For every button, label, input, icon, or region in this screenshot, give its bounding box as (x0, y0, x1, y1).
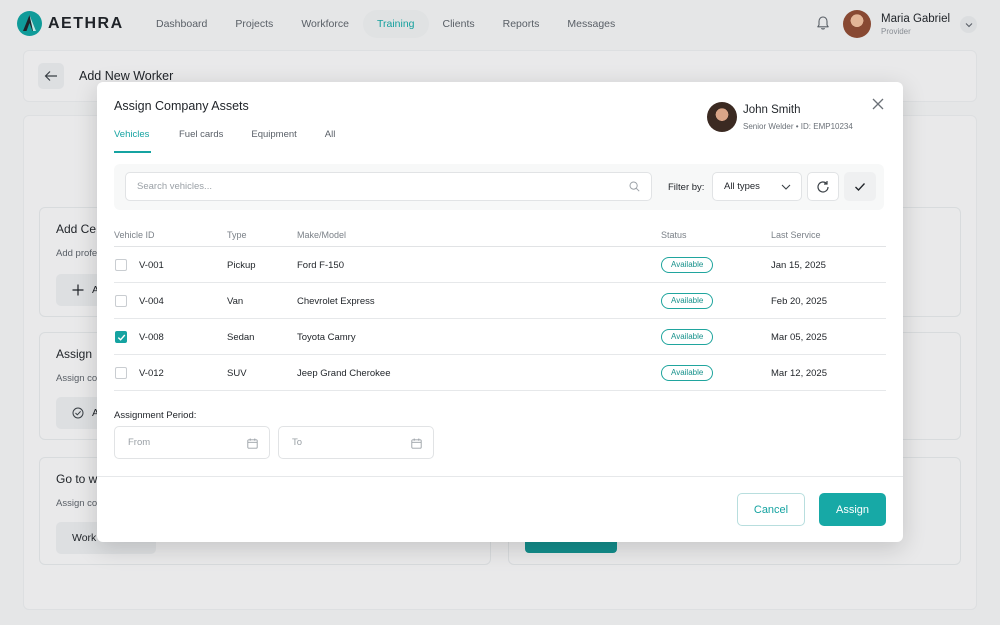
table-row[interactable]: V-012 SUV Jeep Grand Cherokee Available … (114, 355, 886, 391)
chevron-down-icon (781, 184, 791, 190)
vehicle-type: Sedan (227, 332, 255, 343)
apply-filter-button[interactable] (844, 172, 876, 201)
vehicles-table: Vehicle ID Type Make/Model Status Last S… (114, 222, 886, 391)
tab-vehicles[interactable]: Vehicles (114, 129, 151, 153)
assign-button[interactable]: Assign (819, 493, 886, 526)
type-filter-select[interactable]: All types (712, 172, 802, 201)
close-icon[interactable] (871, 97, 885, 111)
col-make-model[interactable]: Make/Model (297, 230, 346, 240)
table-header: Vehicle ID Type Make/Model Status Last S… (114, 222, 886, 247)
last-service: Feb 20, 2025 (771, 296, 827, 307)
row-checkbox[interactable] (115, 259, 127, 271)
modal-title: Assign Company Assets (114, 99, 249, 113)
to-date-placeholder: To (292, 437, 303, 448)
status-badge: Available (661, 365, 714, 381)
tab-all[interactable]: All (325, 129, 336, 153)
vehicle-id: V-001 (139, 260, 164, 271)
col-last-service[interactable]: Last Service (771, 230, 821, 240)
filter-bar: Filter by: All types (114, 164, 884, 210)
last-service: Mar 12, 2025 (771, 368, 827, 379)
col-type[interactable]: Type (227, 230, 247, 240)
last-service: Mar 05, 2025 (771, 332, 827, 343)
type-filter-value: All types (724, 181, 760, 192)
worker-name: John Smith (743, 104, 801, 116)
assign-assets-modal: Assign Company Assets John Smith Senior … (97, 82, 903, 542)
worker-avatar (707, 102, 737, 132)
worker-meta: Senior Welder • ID: EMP10234 (743, 122, 853, 131)
vehicle-model: Jeep Grand Cherokee (297, 368, 391, 379)
vehicle-model: Chevrolet Express (297, 296, 375, 307)
check-icon (855, 182, 865, 191)
status-badge: Available (661, 293, 714, 309)
table-row[interactable]: V-008 Sedan Toyota Camry Available Mar 0… (114, 319, 886, 355)
tab-equipment[interactable]: Equipment (251, 129, 296, 153)
calendar-icon (411, 438, 422, 449)
table-row[interactable]: V-001 Pickup Ford F-150 Available Jan 15… (114, 247, 886, 283)
refresh-icon (817, 180, 829, 193)
col-vehicle-id[interactable]: Vehicle ID (114, 230, 155, 240)
from-date-placeholder: From (128, 437, 151, 448)
cancel-button[interactable]: Cancel (737, 493, 805, 526)
filter-label: Filter by: (668, 182, 705, 193)
modal-footer-divider (97, 476, 903, 477)
vehicle-type: Van (227, 296, 244, 307)
search-input[interactable] (125, 172, 652, 201)
refresh-button[interactable] (807, 172, 839, 201)
row-checkbox[interactable] (115, 295, 127, 307)
vehicle-id: V-012 (139, 368, 164, 379)
from-date-field[interactable]: From (114, 426, 270, 459)
asset-tabs: Vehicles Fuel cards Equipment All (114, 129, 363, 153)
tab-fuel-cards[interactable]: Fuel cards (179, 129, 223, 153)
status-badge: Available (661, 329, 714, 345)
to-date-field[interactable]: To (278, 426, 434, 459)
vehicle-id: V-004 (139, 296, 164, 307)
col-status[interactable]: Status (661, 230, 687, 240)
vehicle-model: Ford F-150 (297, 260, 344, 271)
row-checkbox[interactable] (115, 331, 127, 343)
status-badge: Available (661, 257, 714, 273)
search-icon (629, 181, 640, 192)
row-checkbox[interactable] (115, 367, 127, 379)
table-row[interactable]: V-004 Van Chevrolet Express Available Fe… (114, 283, 886, 319)
vehicle-model: Toyota Camry (297, 332, 356, 343)
last-service: Jan 15, 2025 (771, 260, 826, 271)
calendar-icon (247, 438, 258, 449)
vehicle-type: SUV (227, 368, 247, 379)
vehicle-type: Pickup (227, 260, 256, 271)
assignment-period-label: Assignment Period: (114, 410, 197, 421)
vehicle-id: V-008 (139, 332, 164, 343)
check-icon (117, 334, 126, 341)
